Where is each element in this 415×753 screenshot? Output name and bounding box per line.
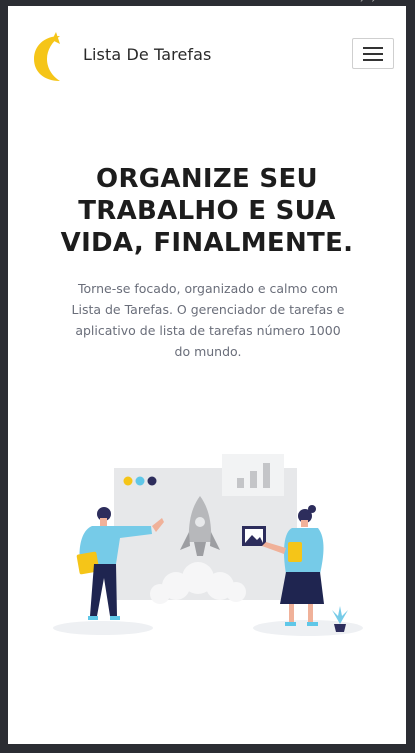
image-frame-icon bbox=[242, 526, 266, 546]
crescent-c-logo-icon[interactable] bbox=[30, 30, 70, 84]
hero-title-line: ORGANIZE SEU bbox=[96, 164, 318, 194]
hero-illustration bbox=[53, 454, 363, 636]
hero-description: Torne-se focado, organizado e calmo com … bbox=[71, 281, 345, 359]
hamburger-menu-icon bbox=[363, 47, 383, 49]
dot-blue bbox=[135, 476, 145, 486]
dot-yellow bbox=[123, 476, 133, 486]
brand-title[interactable]: Lista De Tarefas bbox=[83, 45, 211, 64]
browser-indicator: ↗ ↗ bbox=[359, 0, 379, 5]
hero-title-line: TRABALHO E SUA bbox=[78, 196, 336, 226]
dot-navy bbox=[147, 476, 157, 486]
page: Lista De Tarefas ORGANIZE SEU TRABALHO E… bbox=[8, 6, 406, 744]
bar-chart-icon bbox=[222, 454, 284, 496]
hero-title-line: VIDA, FINALMENTE. bbox=[60, 228, 354, 258]
hero-title: ORGANIZE SEU TRABALHO E SUA VIDA, FINALM… bbox=[8, 163, 406, 259]
navbar: Lista De Tarefas bbox=[8, 6, 406, 106]
hamburger-menu-icon-line bbox=[363, 53, 383, 55]
hamburger-menu-icon-line bbox=[363, 59, 383, 61]
hamburger-menu-button[interactable] bbox=[352, 38, 394, 69]
